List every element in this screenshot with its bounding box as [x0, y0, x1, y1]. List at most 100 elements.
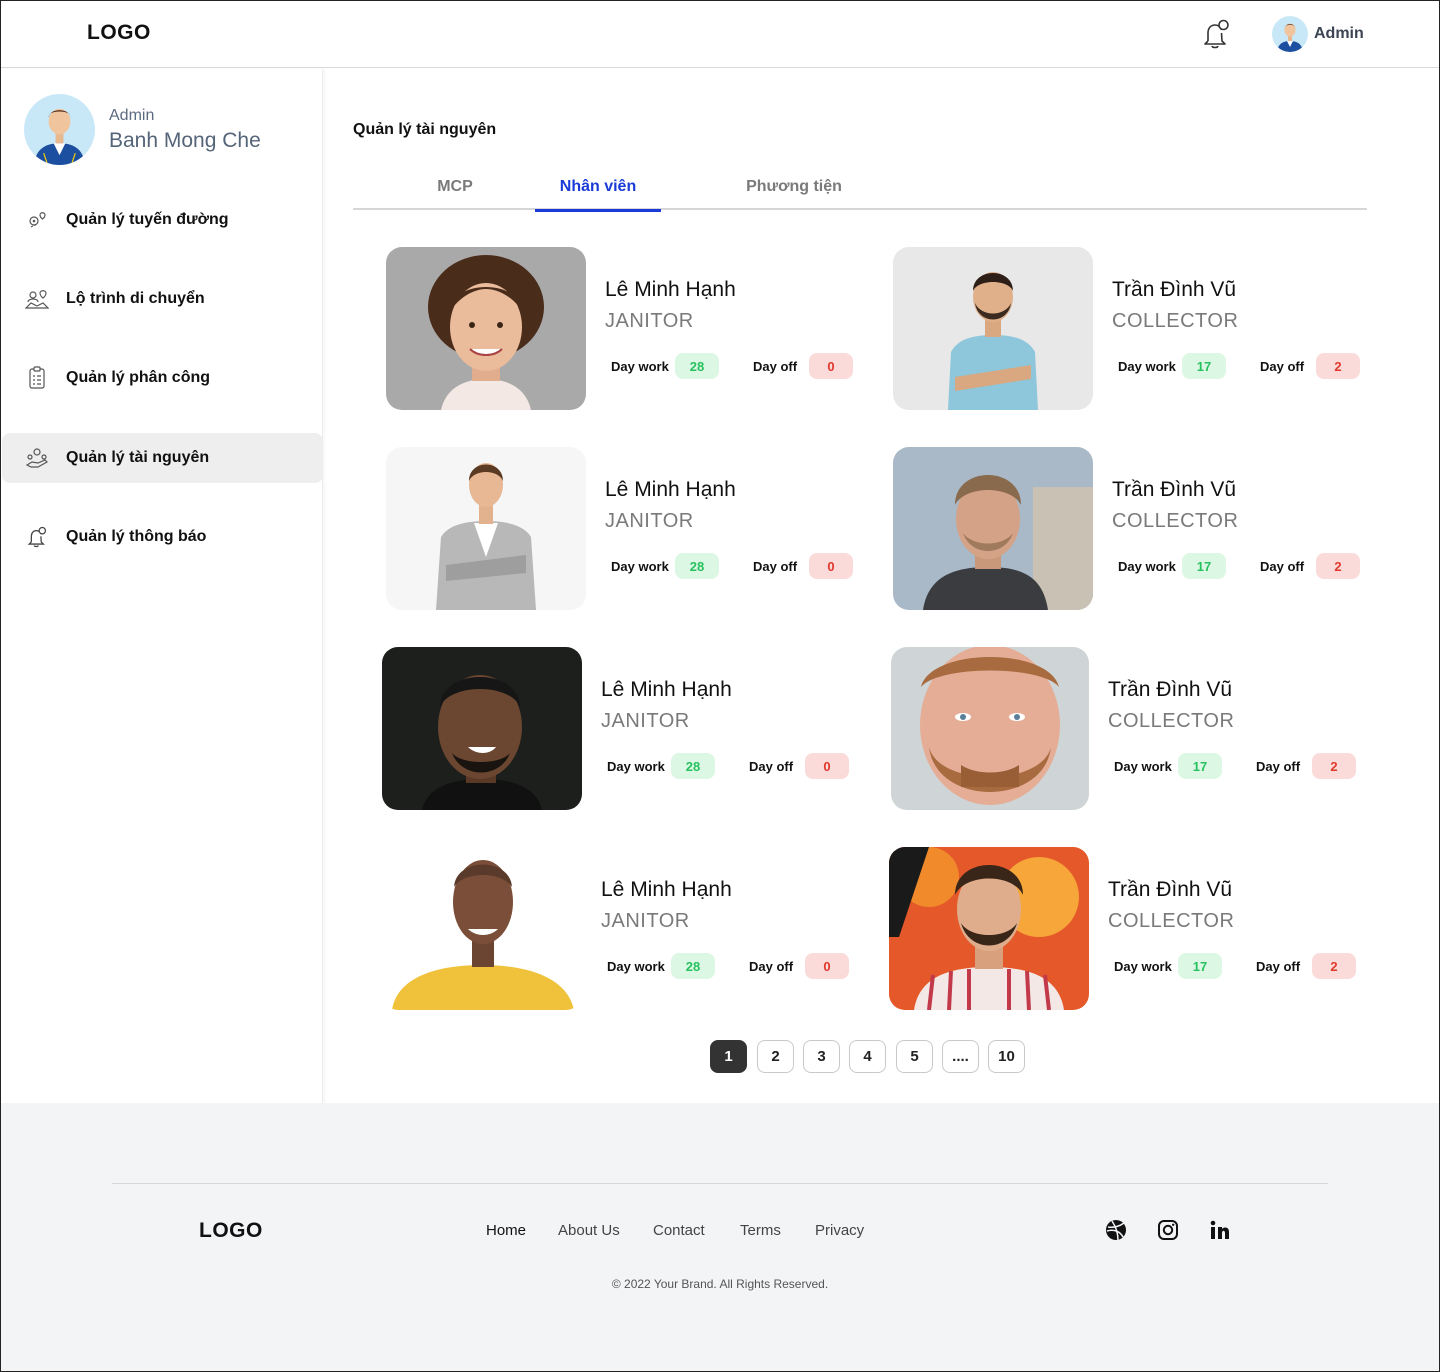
- dribbble-icon[interactable]: [1103, 1217, 1129, 1243]
- employee-name: Lê Minh Hạnh: [601, 878, 732, 901]
- employee-card[interactable]: Trần Đình Vũ COLLECTOR Day work 17 Day o…: [893, 447, 1363, 612]
- day-off-label: Day off: [753, 359, 798, 374]
- day-off-badge: 2: [1312, 953, 1356, 979]
- day-off-badge: 0: [805, 753, 849, 779]
- top-header: LOGO Admin: [0, 0, 1440, 68]
- footer-link-about[interactable]: About Us: [558, 1222, 620, 1239]
- employee-photo: [889, 847, 1089, 1010]
- sidebar: Admin Banh Mong Che Quản lý tuyến đường …: [0, 69, 323, 1103]
- tab-mcp[interactable]: MCP: [413, 164, 497, 210]
- day-off-label: Day off: [1256, 759, 1301, 774]
- employee-role: COLLECTOR: [1108, 710, 1235, 732]
- day-work-badge: 17: [1182, 553, 1226, 579]
- route-pin-icon: [24, 207, 50, 233]
- page-button-3[interactable]: 3: [803, 1040, 840, 1073]
- footer-link-privacy[interactable]: Privacy: [815, 1222, 864, 1239]
- employee-card[interactable]: Lê Minh Hạnh JANITOR Day work 28 Day off…: [386, 247, 856, 412]
- sidebar-item-label: Lộ trình di chuyển: [66, 290, 205, 307]
- footer-logo[interactable]: LOGO: [199, 1219, 263, 1243]
- sidebar-item-travel[interactable]: Lộ trình di chuyển: [2, 274, 323, 324]
- day-off-badge: 0: [809, 553, 853, 579]
- sidebar-item-route[interactable]: Quản lý tuyến đường: [2, 195, 323, 245]
- day-work-badge: 28: [675, 553, 719, 579]
- sidebar-profile: Admin Banh Mong Che: [24, 94, 261, 165]
- tab-vehicles[interactable]: Phương tiện: [731, 164, 857, 210]
- copyright-text: © 2022 Your Brand. All Rights Reserved.: [611, 1277, 829, 1291]
- employee-role: JANITOR: [605, 310, 694, 332]
- map-people-icon: [24, 286, 50, 312]
- day-off-label: Day off: [1260, 359, 1305, 374]
- resource-hand-icon: [24, 445, 50, 471]
- employee-photo: [891, 647, 1089, 810]
- day-off-badge: 0: [805, 953, 849, 979]
- employee-role: COLLECTOR: [1112, 510, 1239, 532]
- employee-name: Trần Đình Vũ: [1112, 478, 1237, 501]
- sidebar-item-label: Quản lý phân công: [66, 369, 211, 386]
- day-work-label: Day work: [607, 959, 665, 974]
- footer: LOGO Home About Us Contact Terms Privacy…: [0, 1103, 1440, 1372]
- avatar: [24, 94, 95, 165]
- employee-card[interactable]: Trần Đình Vũ COLLECTOR Day work 17 Day o…: [889, 847, 1359, 1012]
- page-button-2[interactable]: 2: [757, 1040, 794, 1073]
- employee-photo: [893, 247, 1093, 410]
- day-work-label: Day work: [611, 559, 669, 574]
- employee-role: COLLECTOR: [1112, 310, 1239, 332]
- employee-name: Trần Đình Vũ: [1108, 878, 1233, 901]
- employee-role: JANITOR: [601, 710, 690, 732]
- employee-card[interactable]: Lê Minh Hạnh JANITOR Day work 28 Day off…: [382, 847, 852, 1012]
- sidebar-item-label: Quản lý thông báo: [66, 528, 207, 545]
- user-menu[interactable]: Admin: [1272, 16, 1364, 52]
- linkedin-icon[interactable]: [1207, 1217, 1233, 1243]
- sidebar-item-resources[interactable]: Quản lý tài nguyên: [2, 433, 323, 483]
- employee-card[interactable]: Trần Đình Vũ COLLECTOR Day work 17 Day o…: [889, 647, 1359, 812]
- page-button-10[interactable]: 10: [988, 1040, 1025, 1073]
- bell-icon[interactable]: [1199, 17, 1233, 51]
- day-work-badge: 17: [1178, 953, 1222, 979]
- instagram-icon[interactable]: [1155, 1217, 1181, 1243]
- day-work-badge: 28: [675, 353, 719, 379]
- day-work-label: Day work: [1118, 559, 1176, 574]
- employee-card[interactable]: Lê Minh Hạnh JANITOR Day work 28 Day off…: [382, 647, 852, 812]
- day-work-badge: 17: [1178, 753, 1222, 779]
- employee-photo: [386, 447, 586, 610]
- header-logo[interactable]: LOGO: [87, 21, 151, 45]
- footer-link-terms[interactable]: Terms: [740, 1222, 781, 1239]
- day-off-label: Day off: [749, 959, 794, 974]
- bell-icon: [24, 524, 50, 550]
- employee-photo: [893, 447, 1093, 610]
- sidebar-item-label: Quản lý tuyến đường: [66, 211, 229, 228]
- page-ellipsis-button[interactable]: ....: [942, 1040, 979, 1073]
- employee-role: JANITOR: [601, 910, 690, 932]
- day-work-label: Day work: [611, 359, 669, 374]
- day-off-badge: 2: [1316, 553, 1360, 579]
- page-button-4[interactable]: 4: [849, 1040, 886, 1073]
- footer-link-home[interactable]: Home: [486, 1222, 526, 1239]
- page-button-5[interactable]: 5: [896, 1040, 933, 1073]
- page-title: Quản lý tài nguyên: [353, 121, 497, 138]
- sidebar-item-notifications[interactable]: Quản lý thông báo: [2, 512, 323, 562]
- employee-name: Trần Đình Vũ: [1112, 278, 1237, 301]
- avatar: [1272, 16, 1308, 52]
- day-work-label: Day work: [607, 759, 665, 774]
- employee-card[interactable]: Lê Minh Hạnh JANITOR Day work 28 Day off…: [386, 447, 856, 612]
- employee-role: COLLECTOR: [1108, 910, 1235, 932]
- user-name: Admin: [1314, 25, 1364, 42]
- day-work-badge: 28: [671, 953, 715, 979]
- day-off-badge: 2: [1312, 753, 1356, 779]
- page-button-1[interactable]: 1: [710, 1040, 747, 1073]
- employee-name: Trần Đình Vũ: [1108, 678, 1233, 701]
- day-work-label: Day work: [1114, 959, 1172, 974]
- day-off-badge: 0: [809, 353, 853, 379]
- sidebar-item-assignment[interactable]: Quản lý phân công: [2, 353, 323, 403]
- employee-photo: [386, 247, 586, 410]
- day-off-badge: 2: [1316, 353, 1360, 379]
- employee-name: Lê Minh Hạnh: [605, 278, 736, 301]
- day-off-label: Day off: [753, 559, 798, 574]
- footer-link-contact[interactable]: Contact: [653, 1222, 705, 1239]
- day-work-label: Day work: [1118, 359, 1176, 374]
- profile-role: Admin: [109, 106, 155, 124]
- tab-employees[interactable]: Nhân viên: [535, 164, 661, 212]
- employee-photo: [382, 847, 582, 1010]
- employee-card[interactable]: Trần Đình Vũ COLLECTOR Day work 17 Day o…: [893, 247, 1363, 412]
- employee-role: JANITOR: [605, 510, 694, 532]
